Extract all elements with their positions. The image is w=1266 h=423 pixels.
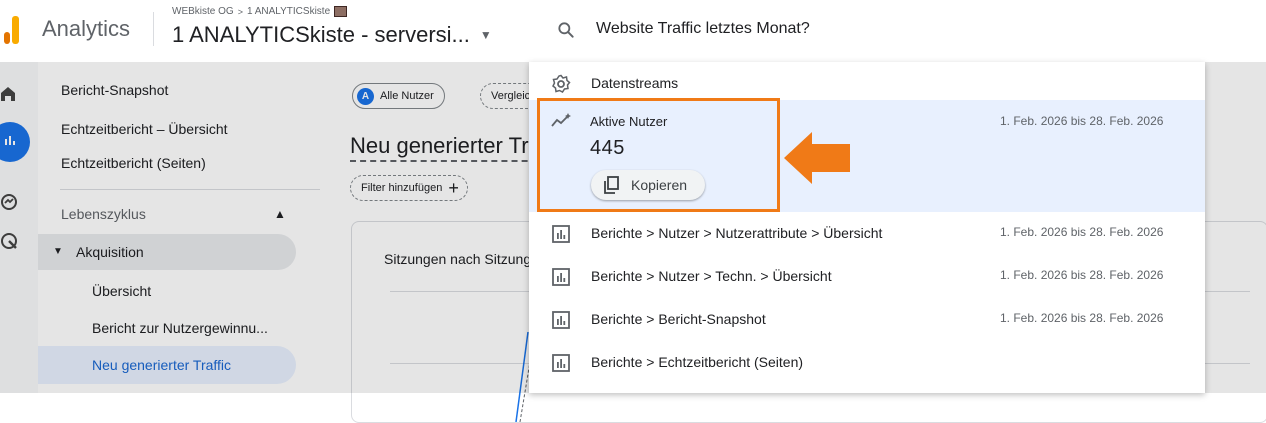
result-row[interactable]: Berichte > Nutzer > Techn. > Übersicht 1… bbox=[529, 255, 1205, 298]
result-row[interactable]: Berichte > Bericht-Snapshot 1. Feb. 2026… bbox=[529, 298, 1205, 341]
sidebar-item-snapshot[interactable]: Bericht-Snapshot bbox=[61, 82, 168, 98]
result-date-range: 1. Feb. 2026 bis 28. Feb. 2026 bbox=[1000, 311, 1164, 325]
property-selector[interactable]: 1 ANALYTICSkiste - serversi... ▼ bbox=[172, 22, 492, 48]
result-date-range: 1. Feb. 2026 bis 28. Feb. 2026 bbox=[1000, 114, 1164, 128]
report-icon bbox=[552, 311, 570, 329]
triangle-down-icon: ▼ bbox=[53, 246, 63, 257]
home-icon[interactable] bbox=[0, 84, 20, 104]
segment-label: Alle Nutzer bbox=[380, 90, 434, 102]
explore-icon[interactable] bbox=[0, 192, 20, 212]
result-row[interactable]: Berichte > Nutzer > Nutzerattribute > Üb… bbox=[529, 212, 1205, 255]
sidebar-item-label: Neu generierter Traffic bbox=[92, 357, 232, 373]
bar-chart-icon bbox=[5, 136, 15, 145]
breadcrumb[interactable]: WEBkiste OG > 1 ANALYTICSkiste bbox=[172, 6, 348, 17]
result-row[interactable]: Berichte > Echtzeitbericht (Seiten) bbox=[529, 341, 1205, 384]
section-lifecycle[interactable]: Lebenszyklus ▲ bbox=[38, 195, 296, 235]
sidebar-item-realtime-pages[interactable]: Echtzeitbericht (Seiten) bbox=[61, 155, 206, 171]
plus-icon: + bbox=[448, 178, 459, 198]
reports-nav-active[interactable] bbox=[0, 122, 30, 162]
result-label: Berichte > Bericht-Snapshot bbox=[591, 311, 766, 327]
top-bar: Analytics WEBkiste OG > 1 ANALYTICSkiste… bbox=[0, 0, 1266, 62]
settings-icon bbox=[552, 74, 571, 93]
segment-chip[interactable]: A Alle Nutzer bbox=[352, 83, 445, 109]
report-icon bbox=[552, 268, 570, 286]
result-label: Datenstreams bbox=[591, 75, 679, 91]
segment-avatar: A bbox=[357, 87, 374, 105]
arrow-left-icon bbox=[784, 132, 850, 184]
divider bbox=[60, 189, 320, 190]
property-emoji-icon bbox=[334, 6, 348, 17]
sidebar-item-user-acquisition[interactable]: Bericht zur Nutzergewinnu... bbox=[92, 320, 268, 336]
divider bbox=[153, 12, 154, 46]
breadcrumb-property[interactable]: 1 ANALYTICSkiste bbox=[247, 6, 330, 17]
search-input[interactable]: Website Traffic letztes Monat? bbox=[596, 20, 810, 38]
filter-label: Filter hinzufügen bbox=[361, 182, 443, 194]
advertising-icon[interactable] bbox=[0, 232, 20, 252]
report-icon bbox=[552, 225, 570, 243]
result-label: Berichte > Nutzer > Nutzerattribute > Üb… bbox=[591, 225, 883, 241]
add-filter-button[interactable]: Filter hinzufügen + bbox=[350, 175, 468, 201]
nav-group-acquisition[interactable]: ▼ Akquisition bbox=[38, 234, 296, 270]
nav-group-label: Akquisition bbox=[76, 244, 144, 260]
result-date-range: 1. Feb. 2026 bis 28. Feb. 2026 bbox=[1000, 268, 1164, 282]
sidebar-item-acquisition-overview[interactable]: Übersicht bbox=[92, 283, 151, 299]
sidebar-item-traffic-acquisition[interactable]: Neu generierter Traffic bbox=[38, 346, 296, 384]
highlight-annotation-box bbox=[537, 98, 780, 212]
app-name: Analytics bbox=[42, 16, 131, 41]
search-icon[interactable] bbox=[556, 20, 576, 40]
property-title: 1 ANALYTICSkiste - serversi... bbox=[172, 22, 470, 47]
analytics-logo-icon[interactable] bbox=[4, 16, 26, 44]
sidebar-item-realtime-overview[interactable]: Echtzeitbericht – Übersicht bbox=[61, 121, 228, 137]
result-date-range: 1. Feb. 2026 bis 28. Feb. 2026 bbox=[1000, 225, 1164, 239]
chevron-up-icon: ▲ bbox=[274, 207, 286, 221]
chart-line bbox=[515, 331, 531, 422]
caret-down-icon: ▼ bbox=[479, 28, 492, 42]
breadcrumb-account[interactable]: WEBkiste OG bbox=[172, 6, 234, 17]
result-label: Berichte > Nutzer > Techn. > Übersicht bbox=[591, 268, 832, 284]
breadcrumb-separator: > bbox=[237, 6, 243, 17]
report-icon bbox=[552, 354, 570, 372]
result-label: Berichte > Echtzeitbericht (Seiten) bbox=[591, 354, 804, 370]
nav-rail bbox=[0, 62, 38, 393]
section-label: Lebenszyklus bbox=[61, 206, 146, 222]
sidebar: Bericht-Snapshot Echtzeitbericht – Übers… bbox=[38, 62, 320, 393]
